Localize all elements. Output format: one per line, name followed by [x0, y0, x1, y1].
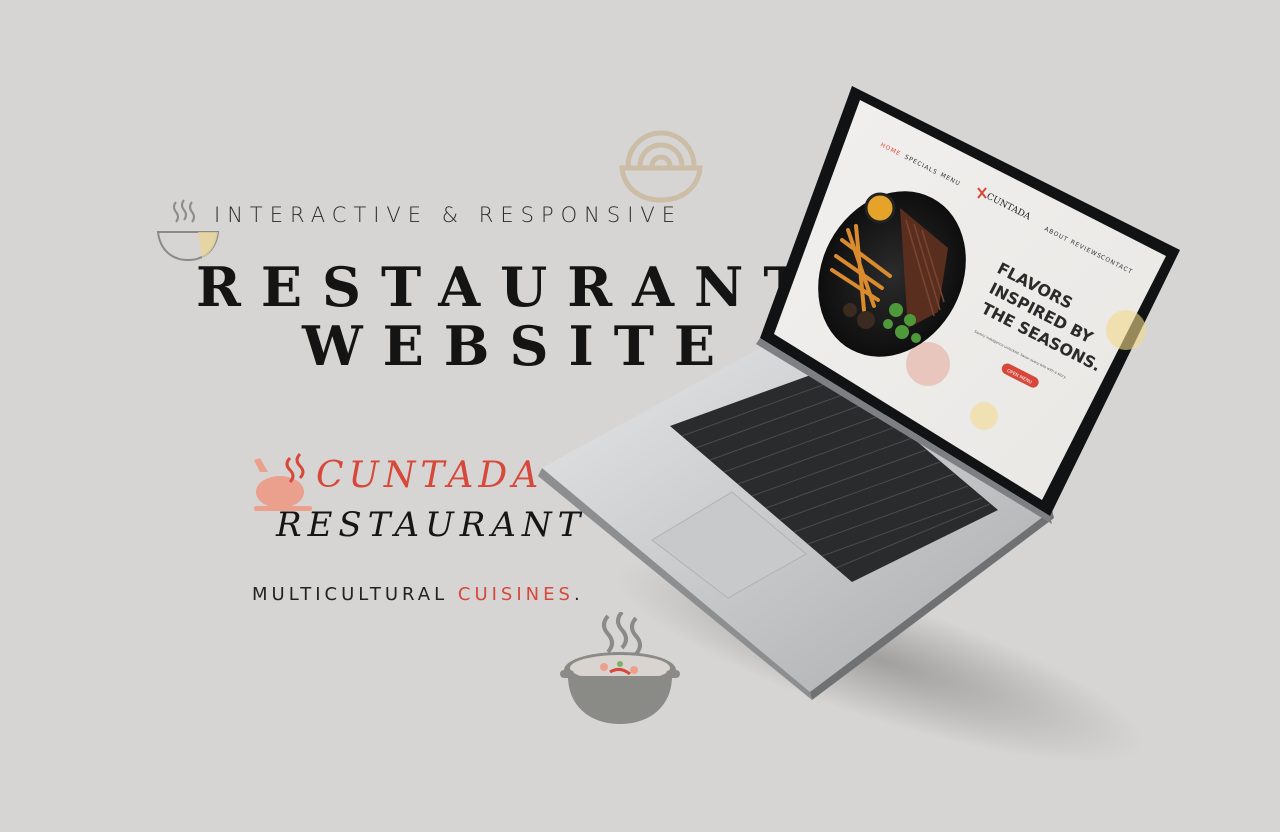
brand-tagline-prefix: MULTICULTURAL	[252, 584, 449, 605]
brand-name: CUNTADA	[316, 455, 544, 496]
laptop: HOME SPECIALS MENU ABOUT REVIEWS CONTACT…	[538, 86, 1180, 700]
